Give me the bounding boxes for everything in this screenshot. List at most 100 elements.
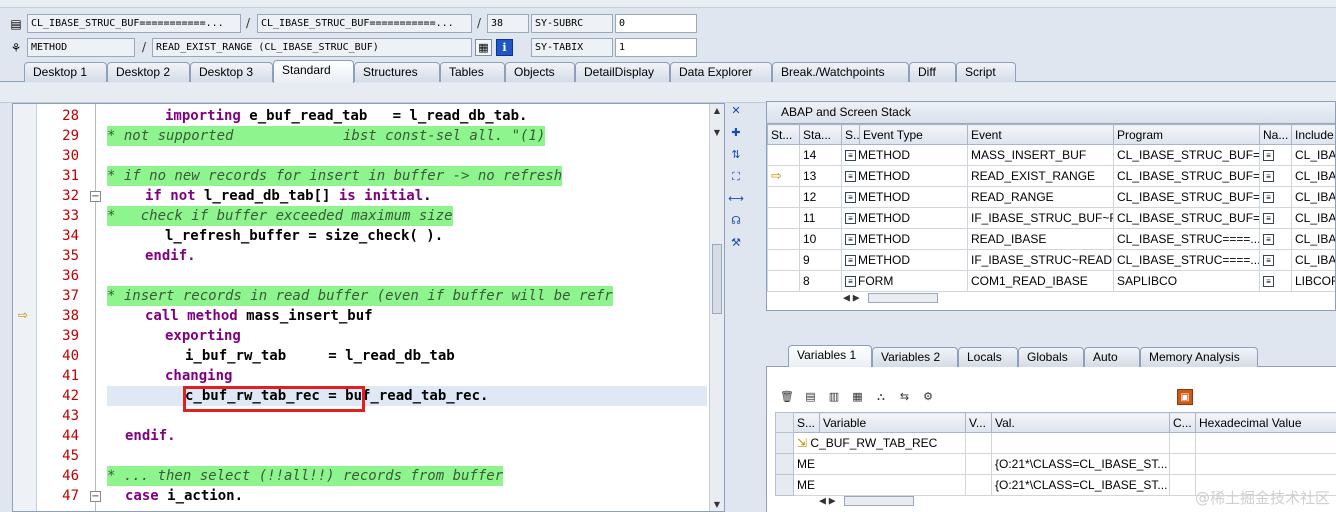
sysvar-name-field[interactable]: SY-SUBRC <box>531 14 613 33</box>
fold-toggle[interactable]: − <box>90 491 101 502</box>
column-header[interactable]: Event <box>967 124 1114 145</box>
tab-globals[interactable]: Globals <box>1018 347 1084 367</box>
table-row[interactable]: 12 ≡ METHOD READ_RANGE CL_IBASE_STRUC_BUF… <box>767 186 1335 208</box>
column-header[interactable]: Event Type <box>859 124 968 145</box>
scroll-down-icon[interactable]: ▼ <box>710 128 724 137</box>
code-line[interactable]: case i_action. <box>125 486 243 506</box>
column-header[interactable]: St... <box>767 124 800 145</box>
horizontal-scrollbar[interactable]: ◀ ▶ <box>819 496 915 511</box>
scroll-down-icon[interactable]: ▼ <box>710 500 724 509</box>
tab-auto[interactable]: Auto <box>1084 347 1140 367</box>
new-tool-icon[interactable]: ✚ <box>728 125 744 141</box>
navigate-icon[interactable]: ≡ <box>1263 234 1274 246</box>
tab-memory-analysis[interactable]: Memory Analysis <box>1140 347 1258 367</box>
code-line[interactable]: importing e_buf_read_tab = l_read_db_tab… <box>165 106 527 126</box>
navigate-icon[interactable]: ≡ <box>1263 150 1274 162</box>
tab-tables[interactable]: Tables <box>440 62 505 82</box>
column-header[interactable]: C... <box>1169 412 1196 433</box>
table-row[interactable]: ⇲ <box>775 432 1336 454</box>
code-line[interactable]: if not l_read_db_tab[] is initial. <box>145 186 432 206</box>
navigate-icon[interactable]: ≡ <box>1263 276 1274 288</box>
table-row[interactable]: 9 ≡ METHOD IF_IBASE_STRUC~READ... CL_IBAS… <box>767 249 1335 271</box>
line-number-field[interactable]: 38 <box>487 14 529 33</box>
tab-variables-2[interactable]: Variables 2 <box>872 347 958 367</box>
scroll-thumb[interactable] <box>712 244 722 314</box>
code-comment[interactable]: * check if buffer exceeded maximum size <box>107 206 453 226</box>
table-row[interactable]: ⇨ 13 ≡ METHOD READ_EXIST_RANGE CL_IBASE_S… <box>767 165 1335 187</box>
editor-scrollbar[interactable]: ▲ ▼ ▼ <box>709 104 724 511</box>
row-selector[interactable] <box>775 432 794 454</box>
save-icon[interactable]: ▣ <box>1177 389 1193 405</box>
column-header[interactable]: Val. <box>991 412 1170 433</box>
tab-detail-display[interactable]: DetailDisplay <box>575 62 670 82</box>
program-field[interactable]: CL_IBASE_STRUC_BUF===========... <box>27 14 241 33</box>
navigate-icon[interactable]: ≡ <box>1263 192 1274 204</box>
sysvar-name-field[interactable]: SY-TABIX <box>531 38 613 57</box>
column-header[interactable]: S... <box>841 124 860 145</box>
tab-variables-1[interactable]: Variables 1 <box>788 345 872 368</box>
close-tool-icon[interactable]: ✕ <box>728 103 744 119</box>
horizontal-scrollbar[interactable]: ◀ ▶ <box>843 293 939 308</box>
event-name-field[interactable]: READ_EXIST_RANGE (CL_IBASE_STRUC_BUF) <box>152 38 472 57</box>
headset-icon[interactable]: ☊ <box>728 213 744 229</box>
column-header[interactable]: V... <box>965 412 992 433</box>
tab-desktop-1[interactable]: Desktop 1 <box>24 62 107 82</box>
code-line[interactable]: i_buf_rw_tab = l_read_db_tab <box>185 346 455 366</box>
event-type-field[interactable]: METHOD <box>27 38 135 57</box>
maximize-icon[interactable]: ⛶ <box>728 169 744 185</box>
include-field[interactable]: CL_IBASE_STRUC_BUF===========... <box>257 14 472 33</box>
settings-icon[interactable]: ⚙ <box>920 389 936 405</box>
info-icon[interactable]: i <box>496 39 513 56</box>
tab-script[interactable]: Script <box>956 62 1016 82</box>
column-header[interactable]: Include <box>1291 124 1335 145</box>
code-line[interactable]: call method mass_insert_buf <box>145 306 373 326</box>
table-row[interactable]: 14 ≡ METHOD MASS_INSERT_BUF CL_IBASE_STRU… <box>767 144 1335 166</box>
source-editor[interactable]: ⇨ 28 29 30 31 32 33 34 35 36 37 38 39 40… <box>12 103 725 512</box>
tab-structures[interactable]: Structures <box>354 62 440 82</box>
code-comment[interactable]: * if no new records for insert in buffer… <box>107 166 563 186</box>
load-icon[interactable]: ▤ <box>803 389 819 405</box>
resize-icon[interactable]: ⟷ <box>728 191 744 207</box>
tab-standard[interactable]: Standard <box>273 60 354 83</box>
row-selector[interactable] <box>775 474 794 496</box>
column-header[interactable]: Variable <box>819 412 966 433</box>
fold-toggle[interactable]: − <box>90 191 101 202</box>
scroll-up-icon[interactable]: ▲ <box>710 106 724 115</box>
variable-input[interactable] <box>810 436 951 450</box>
delete-icon[interactable]: 🗑 <box>779 389 795 405</box>
table-row[interactable]: ME {O:21*\CLASS=CL_IBASE_ST... <box>775 453 1336 475</box>
tab-desktop-2[interactable]: Desktop 2 <box>107 62 190 82</box>
tab-diff[interactable]: Diff <box>909 62 956 82</box>
navigate-icon[interactable]: ≡ <box>1263 213 1274 225</box>
source-code-icon[interactable]: ▦ <box>475 39 492 56</box>
navigate-icon[interactable]: ≡ <box>1263 255 1274 267</box>
code-line[interactable]: endif. <box>125 426 176 446</box>
save-variables-icon[interactable]: ▥ <box>826 389 842 405</box>
column-header[interactable]: Na... <box>1259 124 1292 145</box>
tab-desktop-3[interactable]: Desktop 3 <box>190 62 273 82</box>
column-header[interactable]: S... <box>793 412 820 433</box>
table-row[interactable]: 8 ≡ FORM COM1_READ_IBASE SAPLIBCO ≡ LIBCO… <box>767 270 1335 292</box>
tool-settings-icon[interactable]: ⚒ <box>728 235 744 251</box>
sysvar-value-field[interactable]: 0 <box>615 14 697 33</box>
tab-objects[interactable]: Objects <box>505 62 575 82</box>
tab-data-explorer[interactable]: Data Explorer <box>670 62 772 82</box>
table-row[interactable]: 10 ≡ METHOD READ_IBASE CL_IBASE_STRUC====… <box>767 228 1335 250</box>
sysvar-value-field[interactable]: 1 <box>615 38 697 57</box>
code-line[interactable]: l_refresh_buffer = size_check( ). <box>165 226 443 246</box>
row-selector[interactable] <box>775 453 794 475</box>
code-line[interactable]: endif. <box>145 246 196 266</box>
transfer-icon[interactable]: ⇆ <box>897 389 913 405</box>
column-header[interactable]: Sta... <box>799 124 842 145</box>
swap-tool-icon[interactable]: ⇅ <box>728 147 744 163</box>
code-comment[interactable]: * insert records in read buffer (even if… <box>107 286 613 306</box>
code-line[interactable]: changing <box>165 366 232 386</box>
navigate-icon[interactable]: ≡ <box>1263 171 1274 183</box>
refresh-icon[interactable]: ▦ <box>850 389 866 405</box>
tab-locals[interactable]: Locals <box>958 347 1018 367</box>
column-header[interactable]: Hexadecimal Value <box>1195 412 1336 433</box>
tab-break-watchpoints[interactable]: Break./Watchpoints <box>772 62 909 82</box>
code-comment[interactable]: * ... then select (!!all!!) records from… <box>107 466 504 486</box>
code-comment[interactable]: * not supported ibst const-sel all. "(1) <box>107 126 546 146</box>
hierarchy-icon[interactable]: ⛬ <box>873 389 889 405</box>
